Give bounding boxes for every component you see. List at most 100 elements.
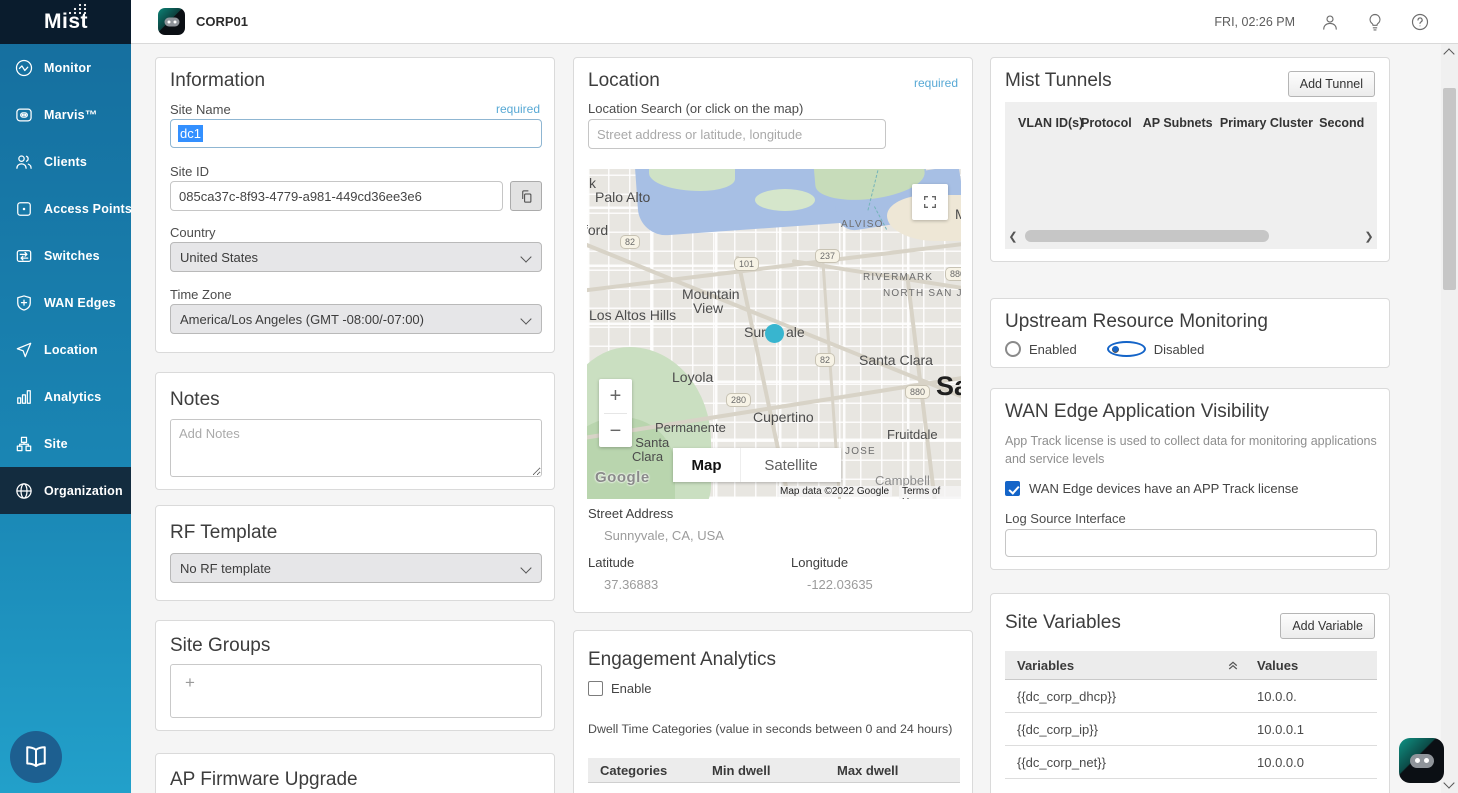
map-view-button[interactable]: Map <box>673 448 741 482</box>
whats-new-button[interactable] <box>1365 12 1385 32</box>
site-id-input[interactable] <box>170 181 503 211</box>
map-label: Cupertino <box>753 409 814 425</box>
scroll-up-arrow[interactable] <box>1443 48 1454 59</box>
sidebar-item-clients[interactable]: Clients <box>0 138 131 185</box>
route-shield: 880 <box>905 385 930 399</box>
copy-site-id-button[interactable] <box>510 181 542 211</box>
log-source-input[interactable] <box>1005 529 1377 557</box>
marvis-chat-button[interactable] <box>1399 738 1444 783</box>
table-row[interactable] <box>1005 779 1377 793</box>
notes-textarea[interactable] <box>170 419 542 477</box>
sidebar-item-monitor[interactable]: Monitor <box>0 44 131 91</box>
table-row[interactable]: {{dc_corp_net}} 10.0.0.0 <box>1005 746 1377 779</box>
organization-icon <box>14 481 34 501</box>
site-groups-box[interactable]: + <box>170 664 542 718</box>
sidebar-item-wan-edges[interactable]: WAN Edges <box>0 279 131 326</box>
org-marvis-badge-icon[interactable] <box>158 8 185 35</box>
account-button[interactable] <box>1320 12 1340 32</box>
location-search-input[interactable] <box>588 119 886 149</box>
wan-edge-description: App Track license is used to collect dat… <box>1005 432 1381 468</box>
site-location-marker[interactable] <box>765 324 784 343</box>
table-row[interactable]: {{dc_corp_ip}} 10.0.0.1 <box>1005 713 1377 746</box>
column-header[interactable]: VLAN ID(s) <box>1005 116 1081 130</box>
column-header[interactable]: Variables <box>1005 658 1231 673</box>
sidebar-item-switches[interactable]: Switches <box>0 232 131 279</box>
enable-label: Enable <box>611 681 651 696</box>
zoom-out-button[interactable]: − <box>599 414 632 448</box>
rf-template-select[interactable]: No RF template <box>170 553 542 583</box>
vertical-scrollbar[interactable] <box>1441 44 1458 793</box>
site-name-input[interactable]: dc1 <box>170 119 542 148</box>
sidebar-item-access-points[interactable]: Access Points <box>0 185 131 232</box>
add-site-group-button[interactable]: + <box>185 673 195 693</box>
table-row[interactable]: {{dc_corp_dhcp}} 10.0.0. <box>1005 680 1377 713</box>
sidebar-item-label: Monitor <box>44 61 91 75</box>
mist-tunnels-table: VLAN ID(s) Protocol AP Subnets Primary C… <box>1005 102 1377 249</box>
sidebar-nav: Monitor Marvis™ Clients Access Points Sw… <box>0 44 131 514</box>
help-button[interactable] <box>1410 12 1430 32</box>
column-header[interactable]: Primary Cluster <box>1220 116 1319 130</box>
required-label: required <box>496 102 540 116</box>
org-name[interactable]: CORP01 <box>196 14 248 29</box>
column-header[interactable]: Values <box>1231 658 1298 673</box>
map-label: Clara <box>632 449 663 464</box>
satellite-view-button[interactable]: Satellite <box>741 448 841 482</box>
site-groups-card: Site Groups + <box>155 620 555 731</box>
ap-firmware-card: AP Firmware Upgrade <box>155 753 555 793</box>
documentation-button[interactable] <box>10 731 62 783</box>
scrollbar-thumb[interactable] <box>1443 88 1456 290</box>
engagement-analytics-card: Engagement Analytics Enable Dwell Time C… <box>573 630 973 793</box>
map-fullscreen-button[interactable] <box>912 184 948 220</box>
sidebar-item-analytics[interactable]: Analytics <box>0 373 131 420</box>
copy-icon <box>519 189 534 204</box>
enabled-label: Enabled <box>1029 342 1077 357</box>
clock: FRI, 02:26 PM <box>1214 15 1295 29</box>
notes-title: Notes <box>170 389 220 411</box>
variable-name: {{dc_corp_net}} <box>1005 755 1231 770</box>
timezone-select[interactable]: America/Los Angeles (GMT -08:00/-07:00) <box>170 304 542 334</box>
sidebar-item-label: Location <box>44 343 98 357</box>
sidebar-item-location[interactable]: Location <box>0 326 131 373</box>
zoom-in-button[interactable]: + <box>599 379 632 413</box>
sidebar-item-site[interactable]: Site <box>0 420 131 467</box>
enabled-radio[interactable] <box>1005 341 1021 357</box>
terms-of-use-link[interactable]: Terms of Use <box>899 486 961 499</box>
sidebar-item-marvis[interactable]: Marvis™ <box>0 91 131 138</box>
mist-tunnels-card: Mist Tunnels Add Tunnel VLAN ID(s) Proto… <box>990 57 1390 262</box>
map-park <box>755 189 815 211</box>
scrollbar-track[interactable] <box>1021 230 1361 242</box>
app-track-checkbox[interactable] <box>1005 481 1020 496</box>
site-variables-card: Site Variables Add Variable Variables Va… <box>990 593 1390 793</box>
add-variable-button[interactable]: Add Variable <box>1280 613 1375 639</box>
location-icon <box>14 340 34 360</box>
app-track-label: WAN Edge devices have an APP Track licen… <box>1029 481 1299 496</box>
sidebar-item-organization[interactable]: Organization <box>0 467 131 514</box>
street-address-label: Street Address <box>588 506 673 521</box>
scrollbar-thumb[interactable] <box>1025 230 1269 242</box>
required-label: required <box>914 76 958 90</box>
scroll-right-arrow[interactable]: ❯ <box>1361 230 1377 243</box>
map-label: ALVISO <box>841 219 884 230</box>
enable-checkbox[interactable] <box>588 681 603 696</box>
horizontal-scrollbar: ❮ ❯ <box>1005 229 1377 243</box>
map-label: NORTH SAN JO <box>883 288 961 299</box>
location-card: Location required Location Search (or cl… <box>573 57 973 613</box>
lightbulb-icon <box>1365 12 1385 32</box>
column-header[interactable]: Protocol <box>1081 116 1143 130</box>
country-select[interactable]: United States <box>170 242 542 272</box>
route-shield: 237 <box>815 249 840 263</box>
map-label: RIVERMARK <box>863 272 933 283</box>
column-header[interactable]: AP Subnets <box>1143 116 1220 130</box>
google-map[interactable]: k Palo Alto ford ALVISO RIVERMARK NORTH … <box>587 169 961 499</box>
disabled-radio[interactable] <box>1107 341 1146 357</box>
route-shield: 82 <box>815 353 835 367</box>
site-groups-title: Site Groups <box>170 635 270 657</box>
add-tunnel-button[interactable]: Add Tunnel <box>1288 71 1375 97</box>
sort-ascending-icon[interactable] <box>1227 659 1239 671</box>
mist-logo[interactable]: Mist <box>0 0 131 44</box>
scroll-left-arrow[interactable]: ❮ <box>1005 230 1021 243</box>
route-shield: 280 <box>726 393 751 407</box>
scroll-down-arrow[interactable] <box>1443 777 1454 788</box>
information-title: Information <box>170 70 265 92</box>
column-header[interactable]: Second <box>1319 116 1377 130</box>
